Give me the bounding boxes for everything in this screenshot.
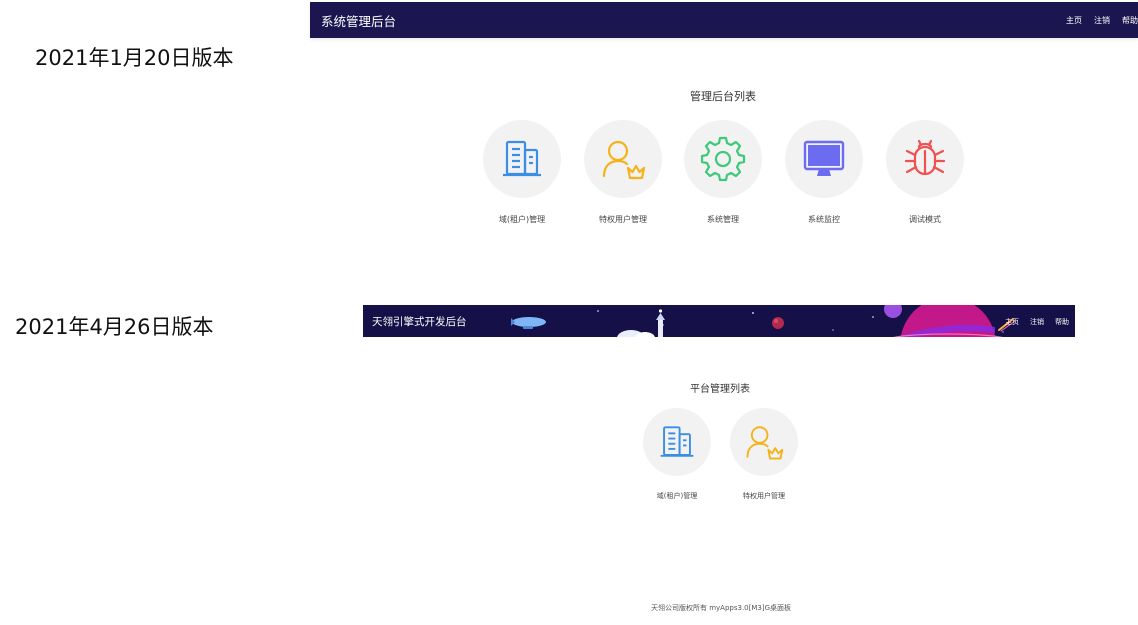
- new-section-title: 平台管理列表: [690, 384, 750, 395]
- tile-circle: [886, 120, 964, 198]
- nav-help-link[interactable]: 帮助: [1122, 15, 1138, 26]
- tile-circle: [643, 408, 711, 476]
- old-section-title: 管理后台列表: [690, 90, 756, 103]
- nav-logout-link[interactable]: 注销: [1094, 15, 1110, 26]
- building-icon: [660, 426, 694, 457]
- tile-label: 域(租户)管理: [498, 215, 546, 224]
- new-header-nav: 主页 注销 帮助: [1005, 317, 1069, 327]
- version-label-1: 2021年1月20日版本: [35, 46, 234, 70]
- tile-system-management[interactable]: 系统管理: [678, 120, 768, 225]
- copyright-footer: 天翎公司版权所有 myApps3.0[M3]G桌面板: [650, 604, 792, 612]
- old-app-title: 系统管理后台: [321, 14, 397, 29]
- old-header-bar: 系统管理后台 主页 注销 帮助: [310, 2, 1138, 38]
- tile-domain-management[interactable]: 域(租户)管理: [632, 408, 722, 501]
- tile-circle: [684, 120, 762, 198]
- version-label-2: 2021年4月26日版本: [15, 315, 214, 339]
- bug-icon: [904, 139, 946, 176]
- tile-privileged-user-management[interactable]: 特权用户管理: [719, 408, 809, 501]
- tile-label: 系统管理: [707, 215, 739, 224]
- tile-domain-management[interactable]: 域(租户)管理: [477, 120, 567, 225]
- new-header-bar: 天翎引擎式开发后台 主页 注销 帮助: [363, 305, 1075, 337]
- new-app-title: 天翎引擎式开发后台: [372, 316, 467, 328]
- header-space-illustration: [511, 305, 1016, 337]
- tile-label: 特权用户管理: [599, 215, 647, 224]
- nav-home-link[interactable]: 主页: [1066, 15, 1082, 26]
- nav-help-link[interactable]: 帮助: [1055, 317, 1069, 327]
- gear-icon: [700, 136, 746, 182]
- tile-label: 调试模式: [909, 215, 941, 224]
- tile-circle: [584, 120, 662, 198]
- tile-debug-mode[interactable]: 调试模式: [880, 120, 970, 225]
- tile-privileged-user-management[interactable]: 特权用户管理: [578, 120, 668, 225]
- tile-label: 系统监控: [808, 215, 840, 224]
- old-header-nav: 主页 注销 帮助: [1066, 15, 1138, 26]
- tile-circle: [785, 120, 863, 198]
- building-icon: [503, 140, 541, 177]
- tile-system-monitoring[interactable]: 系统监控: [779, 120, 869, 225]
- tile-label: 域(租户)管理: [656, 492, 698, 500]
- tile-circle: [483, 120, 561, 198]
- tile-label: 特权用户管理: [743, 492, 785, 500]
- monitor-icon: [803, 140, 845, 176]
- nav-home-link[interactable]: 主页: [1005, 317, 1019, 327]
- user-crown-icon: [746, 426, 784, 460]
- nav-logout-link[interactable]: 注销: [1030, 317, 1044, 327]
- tile-circle: [730, 408, 798, 476]
- user-crown-icon: [602, 140, 646, 180]
